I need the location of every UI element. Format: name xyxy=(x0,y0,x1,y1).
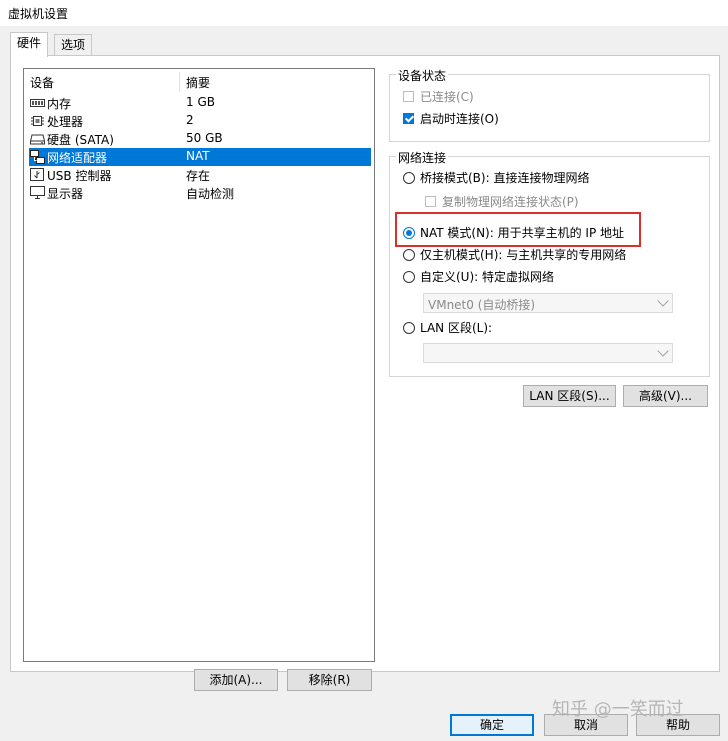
tab-strip: 硬件 选项 xyxy=(10,32,718,57)
device-name: 硬盘 (SATA) xyxy=(47,133,114,147)
custom-network-value: VMnet0 (自动桥接) xyxy=(428,298,536,312)
device-summary: NAT xyxy=(186,149,210,163)
checkbox-box[interactable] xyxy=(425,196,436,207)
device-row-usb-controller[interactable]: USB 控制器 存在 xyxy=(29,166,371,184)
advanced-button[interactable]: 高级(V)... xyxy=(623,385,708,407)
device-name: USB 控制器 xyxy=(47,169,112,183)
monitor-icon xyxy=(30,186,45,199)
device-summary: 存在 xyxy=(186,169,211,183)
custom-network-select[interactable]: VMnet0 (自动桥接) xyxy=(423,293,673,313)
device-summary: 自动检测 xyxy=(186,187,235,201)
column-header-device[interactable]: 设备 xyxy=(30,73,54,93)
ok-button[interactable]: 确定 xyxy=(450,714,534,736)
checkbox-box[interactable] xyxy=(403,113,414,124)
device-summary: 1 GB xyxy=(186,95,215,109)
device-row-display[interactable]: 显示器 自动检测 xyxy=(29,184,371,202)
radio-circle[interactable] xyxy=(403,322,415,334)
device-summary: 2 xyxy=(186,113,194,127)
radio-circle[interactable] xyxy=(403,172,415,184)
title-bar: 虚拟机设置 xyxy=(0,0,728,26)
remove-button[interactable]: 移除(R) xyxy=(287,669,372,691)
replicate-state-label: 复制物理网络连接状态(P) xyxy=(442,195,579,209)
chevron-down-icon xyxy=(657,345,669,357)
tab-hardware[interactable]: 硬件 xyxy=(10,32,49,57)
tab-options[interactable]: 选项 xyxy=(54,34,93,56)
host-only-mode-label: 仅主机模式(H): 与主机共享的专用网络 xyxy=(420,248,627,262)
connected-label: 已连接(C) xyxy=(420,90,474,104)
connect-at-power-on-label: 启动时连接(O) xyxy=(420,112,499,126)
device-name: 内存 xyxy=(47,97,72,111)
memory-icon xyxy=(30,99,45,107)
add-button[interactable]: 添加(A)... xyxy=(194,669,278,691)
bridged-mode-label: 桥接模式(B): 直接连接物理网络 xyxy=(420,171,590,185)
radio-circle[interactable] xyxy=(403,249,415,261)
device-name: 处理器 xyxy=(47,115,84,129)
checkbox-box[interactable] xyxy=(403,91,414,102)
processor-icon xyxy=(31,116,44,126)
device-list[interactable]: 设备 摘要 内存 1 GB 处理器 2 硬盘 (SATA) 50 GB 网络适配… xyxy=(23,68,375,662)
chevron-down-icon xyxy=(657,295,669,307)
device-row-memory[interactable]: 内存 1 GB xyxy=(29,94,371,112)
network-connection-title: 网络连接 xyxy=(396,149,449,166)
window-title: 虚拟机设置 xyxy=(8,7,69,21)
lan-segment-select[interactable] xyxy=(423,343,673,363)
device-name: 网络适配器 xyxy=(47,151,108,165)
column-header-summary[interactable]: 摘要 xyxy=(186,73,210,93)
device-status-group xyxy=(389,74,710,142)
device-summary: 50 GB xyxy=(186,131,223,145)
lan-segment-label: LAN 区段(L): xyxy=(420,321,493,335)
radio-circle[interactable] xyxy=(403,271,415,283)
watermark-text: 知乎 @一笑而过 xyxy=(552,699,684,720)
usb-icon xyxy=(30,168,44,181)
hard-disk-icon xyxy=(30,134,45,145)
device-status-title: 设备状态 xyxy=(396,67,449,84)
network-adapter-icon xyxy=(30,150,45,164)
lan-segments-button[interactable]: LAN 区段(S)... xyxy=(523,385,616,407)
device-row-hard-disk[interactable]: 硬盘 (SATA) 50 GB xyxy=(29,130,371,148)
device-name: 显示器 xyxy=(47,187,84,201)
highlight-annotation-box xyxy=(395,212,641,247)
device-row-processor[interactable]: 处理器 2 xyxy=(29,112,371,130)
custom-network-label: 自定义(U): 特定虚拟网络 xyxy=(420,270,555,284)
column-divider[interactable] xyxy=(179,72,180,92)
device-row-network-adapter[interactable]: 网络适配器 NAT xyxy=(29,148,371,166)
